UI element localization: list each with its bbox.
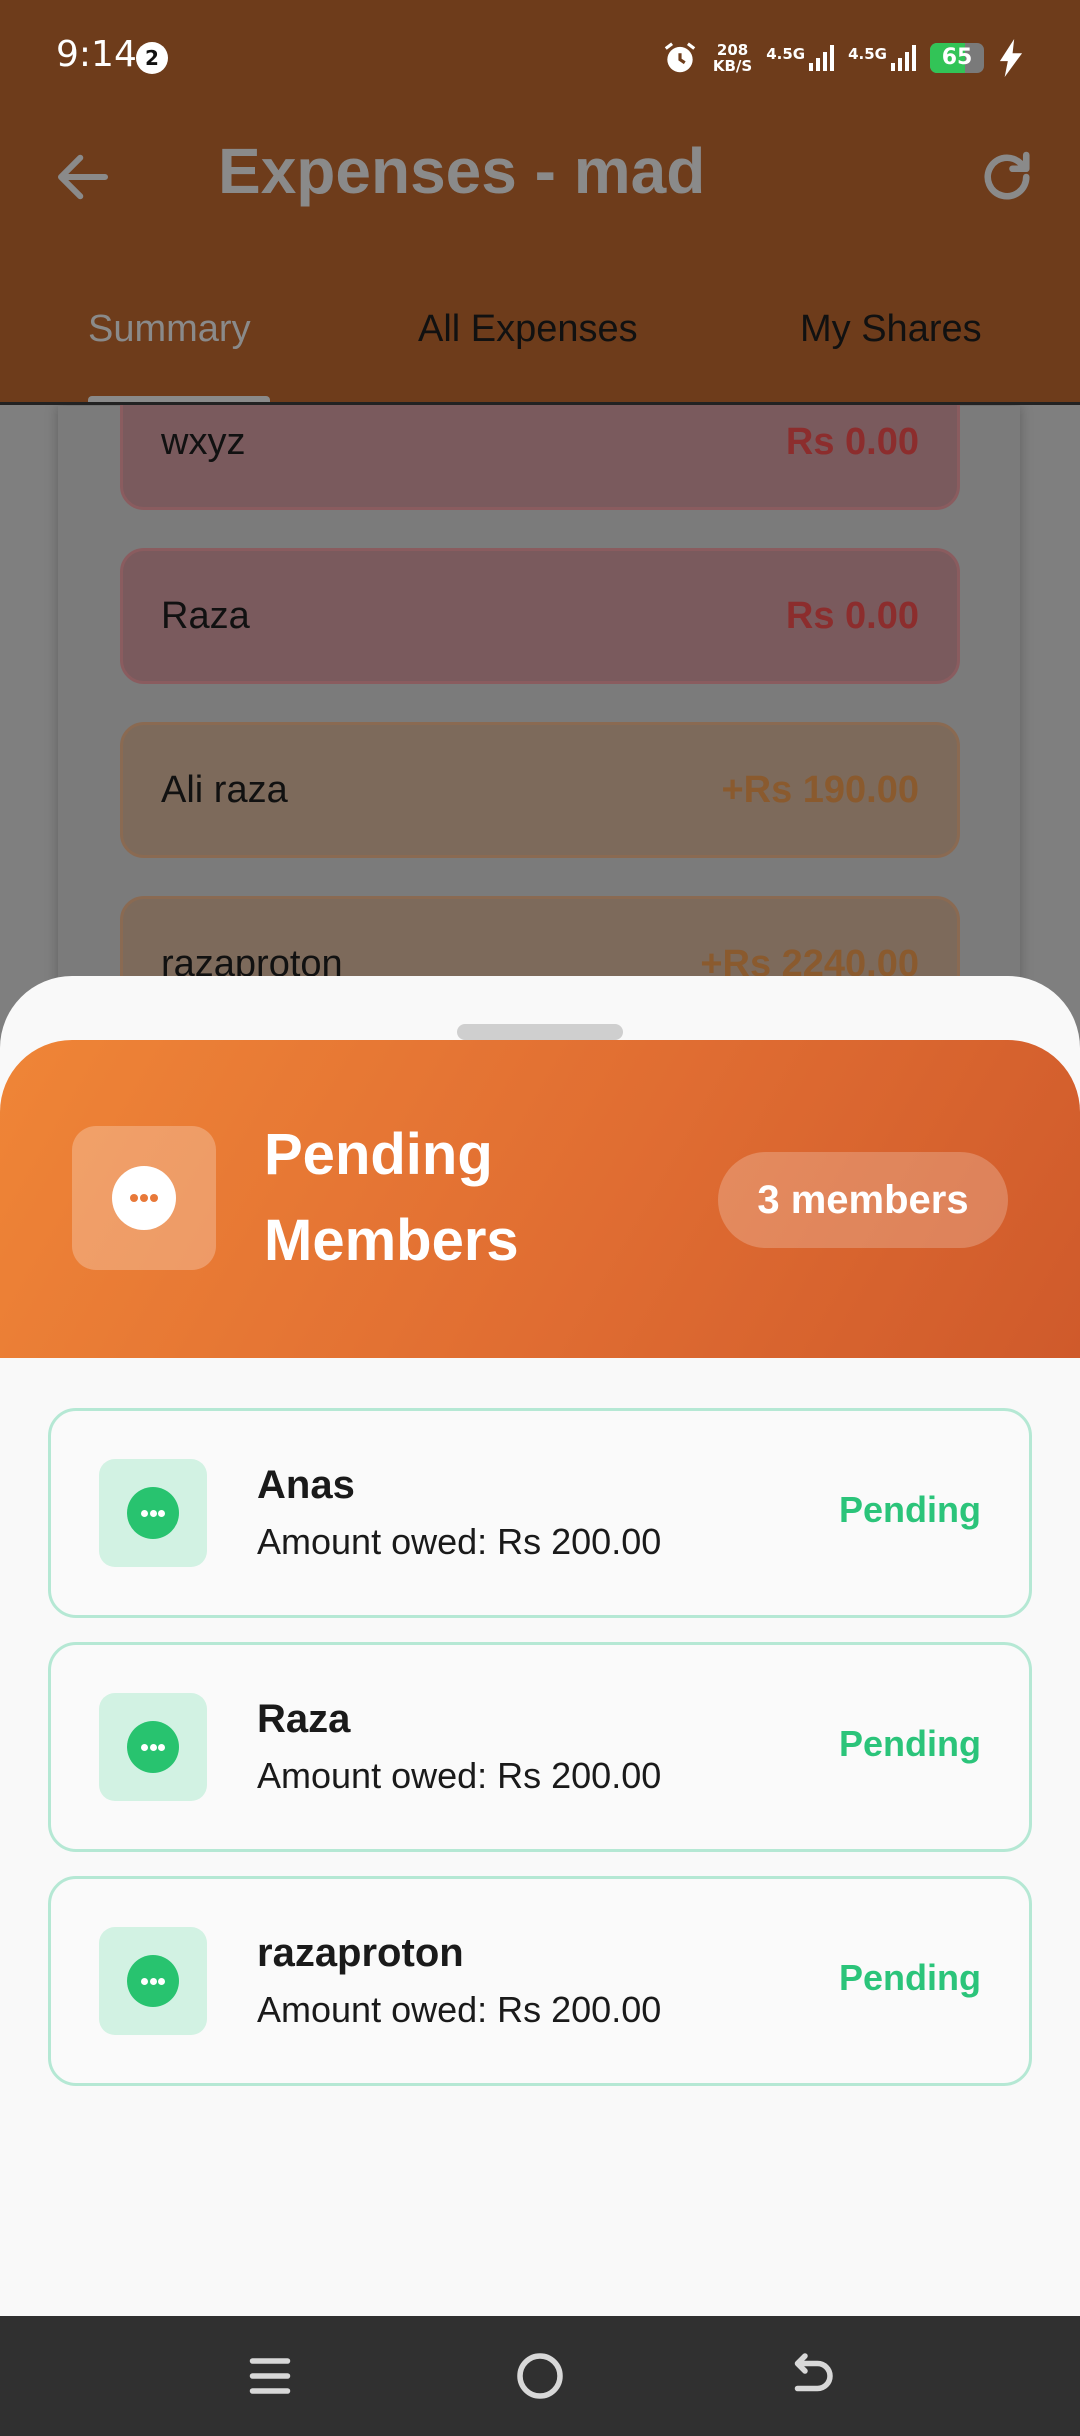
signal-1: 4.5G xyxy=(766,45,835,71)
member-name: Anas xyxy=(257,1463,355,1507)
network-type-2: 4.5G xyxy=(848,45,887,63)
tab-my-shares[interactable]: My Shares xyxy=(800,308,982,351)
page-title: Expenses - mad xyxy=(218,135,706,207)
member-status: Pending xyxy=(839,1489,981,1530)
member-status: Pending xyxy=(839,1723,981,1764)
balance-amount: +Rs 190.00 xyxy=(721,768,919,811)
header-divider xyxy=(0,402,1080,405)
battery-level: 65 xyxy=(941,45,973,70)
member-card[interactable]: Anas Amount owed: Rs 200.00 Pending xyxy=(48,1408,1032,1618)
member-status: Pending xyxy=(839,1957,981,1998)
balance-amount: Rs 0.00 xyxy=(785,594,919,637)
battery-icon: 65 xyxy=(930,43,984,73)
member-name: Raza xyxy=(257,1697,351,1741)
back-arrow-icon[interactable] xyxy=(780,2346,840,2406)
status-bar: 9:14 2 208 KB/S 4.5G 4.5G 65 xyxy=(0,0,1080,118)
member-card[interactable]: Raza Amount owed: Rs 200.00 Pending xyxy=(48,1642,1032,1852)
alarm-icon xyxy=(664,42,696,73)
more-horizontal-icon xyxy=(127,1955,179,2007)
member-name: razaproton xyxy=(257,1931,464,1975)
member-amount-owed: Amount owed: Rs 200.00 xyxy=(257,1989,662,2030)
sheet-header: Pending Members 3 members xyxy=(0,1040,1080,1358)
balance-amount: Rs 0.00 xyxy=(785,420,919,463)
network-speed-value: 208 xyxy=(716,41,749,59)
signal-bars-icon xyxy=(809,45,835,71)
member-amount-owed: Amount owed: Rs 200.00 xyxy=(257,1521,662,1562)
status-icons: 208 KB/S 4.5G 4.5G 65 xyxy=(661,36,1024,80)
pending-members-sheet: Pending Members 3 members Anas Amount ow… xyxy=(0,976,1080,2316)
header-icon-box xyxy=(72,1126,216,1270)
tab-summary[interactable]: Summary xyxy=(88,308,251,351)
charging-bolt-icon xyxy=(999,39,1023,77)
network-speed-unit: KB/S xyxy=(712,57,753,75)
pending-member-list: Anas Amount owed: Rs 200.00 Pending Raza… xyxy=(48,1408,1032,2110)
members-count-badge: 3 members xyxy=(718,1152,1008,1248)
signal-2: 4.5G xyxy=(848,45,916,71)
more-horizontal-icon xyxy=(127,1487,179,1539)
home-circle-icon[interactable] xyxy=(510,2346,570,2406)
arrow-left-icon[interactable] xyxy=(50,144,116,210)
member-card[interactable]: razaproton Amount owed: Rs 200.00 Pendin… xyxy=(48,1876,1032,2086)
app-bar: Expenses - mad xyxy=(0,118,1080,234)
network-type-1: 4.5G xyxy=(766,45,806,63)
balance-row[interactable]: Raza Rs 0.00 xyxy=(120,548,960,684)
drag-handle[interactable] xyxy=(457,1024,623,1040)
tab-bar: Summary All Expenses My Shares xyxy=(0,290,1080,404)
more-horizontal-icon xyxy=(112,1166,176,1230)
member-icon-box xyxy=(99,1693,207,1801)
more-horizontal-icon xyxy=(127,1721,179,1773)
signal-bars-icon xyxy=(891,45,916,71)
system-nav-bar xyxy=(0,2316,1080,2436)
menu-icon[interactable] xyxy=(240,2346,300,2406)
sheet-title: Pending Members xyxy=(264,1122,519,1273)
balance-name: Raza xyxy=(161,594,250,637)
member-icon-box xyxy=(99,1927,207,2035)
status-time: 9:14 xyxy=(56,34,137,75)
app-header: 9:14 2 208 KB/S 4.5G 4.5G 65 Expenses - … xyxy=(0,0,1080,404)
member-icon-box xyxy=(99,1459,207,1567)
balance-name: Ali raza xyxy=(161,768,288,811)
balance-row[interactable]: Ali raza +Rs 190.00 xyxy=(120,722,960,858)
notification-count-badge: 2 xyxy=(136,42,168,74)
balance-name: wxyz xyxy=(161,420,246,463)
member-amount-owed: Amount owed: Rs 200.00 xyxy=(257,1755,662,1796)
network-speed: 208 KB/S xyxy=(713,42,752,74)
refresh-icon[interactable] xyxy=(974,144,1040,210)
tab-all-expenses[interactable]: All Expenses xyxy=(418,308,638,351)
